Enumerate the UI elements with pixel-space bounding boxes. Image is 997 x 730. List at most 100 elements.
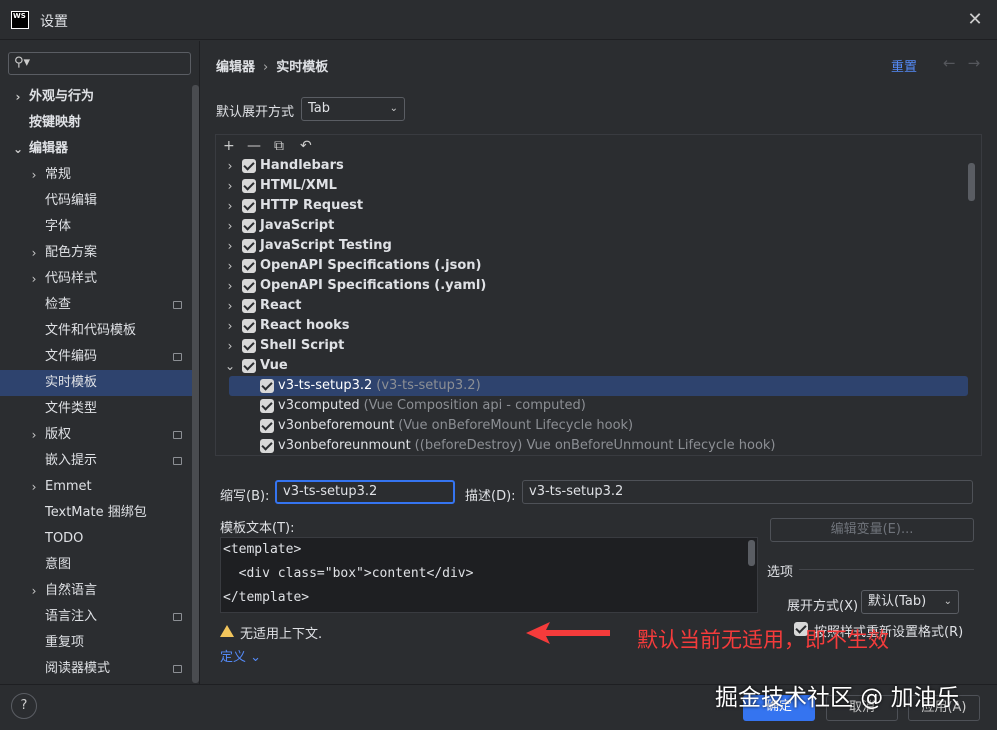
forward-arrow-icon[interactable]: → — [968, 54, 993, 72]
group-checkbox[interactable] — [242, 319, 256, 333]
back-arrow-icon[interactable]: ← — [943, 54, 968, 72]
sidebar-item[interactable]: 检查 — [0, 292, 192, 318]
chevron-right-icon[interactable]: › — [12, 84, 24, 110]
group-checkbox[interactable] — [242, 339, 256, 353]
sidebar-item[interactable]: › 版权 — [0, 422, 192, 448]
sidebar-item[interactable]: › 配色方案 — [0, 240, 192, 266]
chevron-down-icon[interactable]: ⌄ — [12, 136, 24, 162]
sidebar-item[interactable]: TODO — [0, 526, 192, 552]
template-checkbox[interactable] — [260, 379, 274, 393]
template-row[interactable]: v3onbeforemount (Vue onBeforeMount Lifecy… — [216, 416, 968, 436]
chevron-right-icon[interactable]: › — [224, 176, 236, 196]
close-icon[interactable]: ✕ — [963, 8, 987, 32]
edit-variables-button[interactable]: 编辑变量(E)... — [770, 518, 974, 542]
template-row[interactable]: v3-ts-setup3.2 (v3-ts-setup3.2) — [229, 376, 968, 396]
template-group-row[interactable]: › JavaScript — [216, 216, 968, 236]
template-row[interactable]: v3onbeforeunmount ((beforeDestroy) Vue on… — [216, 436, 968, 456]
sidebar-scrollbar[interactable] — [192, 85, 199, 683]
expand-with-select[interactable]: 默认(Tab) ⌄ — [861, 590, 959, 614]
sidebar-item[interactable]: 文件和代码模板 — [0, 318, 192, 344]
chevron-right-icon[interactable]: › — [224, 216, 236, 236]
chevron-right-icon[interactable]: › — [224, 336, 236, 356]
template-group-row[interactable]: › React hooks — [216, 316, 968, 336]
list-scrollbar[interactable] — [968, 163, 975, 201]
group-checkbox[interactable] — [242, 159, 256, 173]
chevron-right-icon[interactable]: › — [224, 296, 236, 316]
webstorm-logo-icon: WS — [11, 11, 29, 29]
sidebar-item[interactable]: 嵌入提示 — [0, 448, 192, 474]
options-label: 选项 — [767, 565, 794, 580]
sidebar-item[interactable]: TextMate 捆绑包 — [0, 500, 192, 526]
template-group-row[interactable]: › OpenAPI Specifications (.yaml) — [216, 276, 968, 296]
sidebar-item[interactable]: › 常规 — [0, 162, 192, 188]
template-group-row[interactable]: › React — [216, 296, 968, 316]
chevron-down-icon[interactable]: ⌄ — [224, 356, 236, 376]
chevron-right-icon[interactable]: › — [28, 578, 40, 604]
chevron-right-icon[interactable]: › — [28, 422, 40, 448]
template-text-editor[interactable]: <template> <div class="box">content</div… — [220, 537, 758, 613]
group-checkbox[interactable] — [242, 179, 256, 193]
chevron-right-icon[interactable]: › — [28, 162, 40, 188]
template-group-row[interactable]: › Shell Script — [216, 336, 968, 356]
template-group-row[interactable]: › HTML/XML — [216, 176, 968, 196]
group-checkbox[interactable] — [242, 279, 256, 293]
chevron-right-icon[interactable]: › — [28, 474, 40, 500]
chevron-right-icon[interactable]: › — [224, 276, 236, 296]
template-group-row[interactable]: › JavaScript Testing — [216, 236, 968, 256]
code-scrollbar[interactable] — [748, 540, 755, 566]
sidebar-item[interactable]: 阅读器模式 — [0, 656, 192, 682]
group-checkbox[interactable] — [242, 219, 256, 233]
description-input[interactable]: v3-ts-setup3.2 — [522, 480, 973, 504]
sidebar-item[interactable]: 文件编码 — [0, 344, 192, 370]
add-icon[interactable]: + — [223, 138, 235, 154]
chevron-right-icon[interactable]: › — [224, 196, 236, 216]
sidebar-item[interactable]: 意图 — [0, 552, 192, 578]
chevron-right-icon[interactable]: › — [28, 266, 40, 292]
remove-icon[interactable]: — — [247, 138, 261, 154]
sidebar-item[interactable]: › 外观与行为 — [0, 84, 192, 110]
chevron-right-icon[interactable]: › — [224, 156, 236, 176]
sidebar-item[interactable]: 实时模板 — [0, 370, 192, 396]
sidebar-item[interactable]: 语言注入 — [0, 604, 192, 630]
annotation-text: 默认当前无适用，即不生效 — [637, 628, 889, 652]
group-checkbox[interactable] — [242, 259, 256, 273]
sidebar-item[interactable]: 按键映射 — [0, 110, 192, 136]
template-checkbox[interactable] — [260, 419, 274, 433]
define-link[interactable]: 定义 ⌄ — [220, 646, 261, 665]
sidebar-item[interactable]: › 代码样式 — [0, 266, 192, 292]
chevron-right-icon[interactable]: › — [28, 240, 40, 266]
template-group-row[interactable]: ⌄ Vue — [216, 356, 968, 376]
template-group-row[interactable]: › OpenAPI Specifications (.json) — [216, 256, 968, 276]
sidebar-item-label: 重复项 — [45, 635, 85, 650]
sidebar-item[interactable]: 重复项 — [0, 630, 192, 656]
search-input[interactable]: ⚲▾ — [8, 52, 191, 75]
abbreviation-input[interactable]: v3-ts-setup3.2 — [275, 480, 455, 504]
sidebar-item[interactable]: ⌄ 编辑器 — [0, 136, 192, 162]
breadcrumb-parent[interactable]: 编辑器 — [216, 60, 255, 75]
expand-with-label: 展开方式(X) — [787, 599, 859, 614]
warning-icon — [220, 625, 234, 637]
group-checkbox[interactable] — [242, 359, 256, 373]
group-checkbox[interactable] — [242, 239, 256, 253]
group-checkbox[interactable] — [242, 299, 256, 313]
sidebar-item[interactable]: 文件类型 — [0, 396, 192, 422]
sidebar-item[interactable]: 代码编辑 — [0, 188, 192, 214]
group-checkbox[interactable] — [242, 199, 256, 213]
help-button[interactable]: ? — [11, 693, 37, 719]
expand-default-select[interactable]: Tab ⌄ — [301, 97, 405, 121]
template-checkbox[interactable] — [260, 439, 274, 453]
sidebar-item[interactable]: 字体 — [0, 214, 192, 240]
chevron-right-icon[interactable]: › — [224, 256, 236, 276]
template-group-row[interactable]: › Handlebars — [216, 156, 968, 176]
template-checkbox[interactable] — [260, 399, 274, 413]
template-group-row[interactable]: › HTTP Request — [216, 196, 968, 216]
restore-icon[interactable]: ↶ — [300, 138, 312, 154]
sidebar-item-label: 按键映射 — [29, 115, 82, 130]
sidebar-item[interactable]: › Emmet — [0, 474, 192, 500]
copy-icon[interactable]: ⧉ — [274, 138, 284, 154]
chevron-right-icon[interactable]: › — [224, 236, 236, 256]
template-row[interactable]: v3computed (Vue Composition api - compute… — [216, 396, 968, 416]
chevron-right-icon[interactable]: › — [224, 316, 236, 336]
reset-link[interactable]: 重置 — [891, 56, 917, 75]
sidebar-item[interactable]: › 自然语言 — [0, 578, 192, 604]
